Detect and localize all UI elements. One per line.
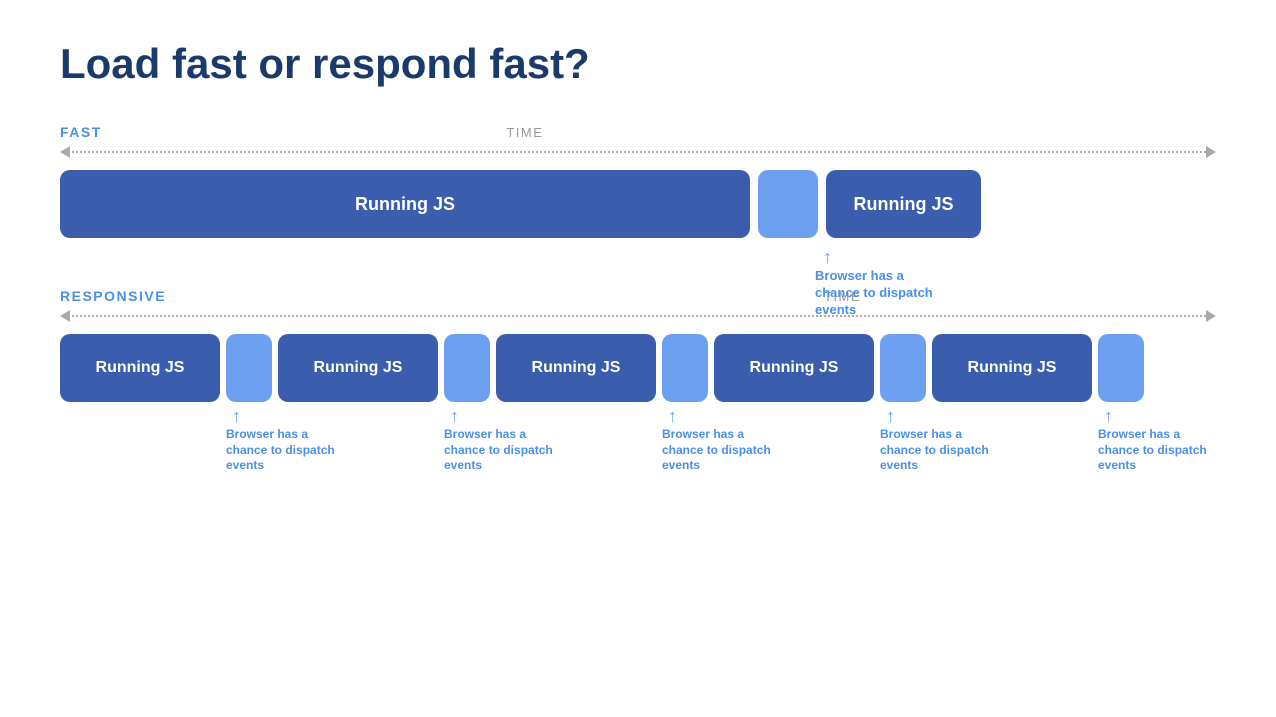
resp-ann-arrow-2: ↑ <box>450 406 459 427</box>
resp-ann-5: ↑ Browser has a chance to dispatch event… <box>1098 406 1144 474</box>
fast-arrow-head <box>1206 146 1216 158</box>
resp-ann-arrow-4: ↑ <box>886 406 895 427</box>
fast-blocks-row: Running JS Running JS <box>60 170 1216 238</box>
responsive-label: RESPONSIVE <box>60 288 166 304</box>
responsive-timeline-arrow <box>60 310 1216 322</box>
resp-ann-arrow-5: ↑ <box>1104 406 1113 427</box>
fast-section: FAST TIME Running JS Running JS <box>60 124 1216 238</box>
page-title: Load fast or respond fast? <box>60 40 1216 88</box>
resp-ann-4: ↑ Browser has a chance to dispatch event… <box>880 406 926 474</box>
resp-ann-arrow-3: ↑ <box>668 406 677 427</box>
resp-block-4: Running JS <box>714 334 874 402</box>
resp-ann-1: ↑ Browser has a chance to dispatch event… <box>226 406 272 474</box>
resp-ann-text-1: Browser has a chance to dispatch events <box>226 427 346 474</box>
responsive-annotations: ↑ Browser has a chance to dispatch event… <box>60 406 1216 474</box>
resp-gap-2 <box>444 334 490 402</box>
resp-block-3: Running JS <box>496 334 656 402</box>
resp-block-5: Running JS <box>932 334 1092 402</box>
responsive-arrow-head <box>1206 310 1216 322</box>
resp-block-1: Running JS <box>60 334 220 402</box>
resp-ann-2: ↑ Browser has a chance to dispatch event… <box>444 406 490 474</box>
fast-annotation: ↑ Browser has a chance to dispatch event… <box>815 248 945 319</box>
resp-gap-3 <box>662 334 708 402</box>
resp-ann-text-2: Browser has a chance to dispatch events <box>444 427 564 474</box>
fast-label: FAST <box>60 124 102 140</box>
resp-block-2: Running JS <box>278 334 438 402</box>
responsive-blocks-row: Running JS Running JS Running JS Running… <box>60 334 1216 402</box>
fast-time-label: TIME <box>506 125 543 140</box>
resp-ann-text-5: Browser has a chance to dispatch events <box>1098 427 1218 474</box>
fast-dotted-line <box>72 151 1206 153</box>
resp-gap-5 <box>1098 334 1144 402</box>
resp-ann-3: ↑ Browser has a chance to dispatch event… <box>662 406 708 474</box>
resp-ann-arrow-1: ↑ <box>232 406 241 427</box>
resp-ann-text-3: Browser has a chance to dispatch events <box>662 427 782 474</box>
responsive-dotted-line <box>72 315 1206 317</box>
fast-annotation-arrow: ↑ <box>823 248 832 266</box>
fast-block-1: Running JS <box>60 170 750 238</box>
responsive-section: RESPONSIVE TIME <box>60 288 1216 474</box>
fast-block-2: Running JS <box>826 170 981 238</box>
resp-gap-1 <box>226 334 272 402</box>
fast-block-gap <box>758 170 818 238</box>
responsive-arrow-left <box>60 310 70 322</box>
fast-arrow-left <box>60 146 70 158</box>
resp-gap-4 <box>880 334 926 402</box>
resp-ann-text-4: Browser has a chance to dispatch events <box>880 427 1000 474</box>
fast-timeline-arrow <box>60 146 1216 158</box>
